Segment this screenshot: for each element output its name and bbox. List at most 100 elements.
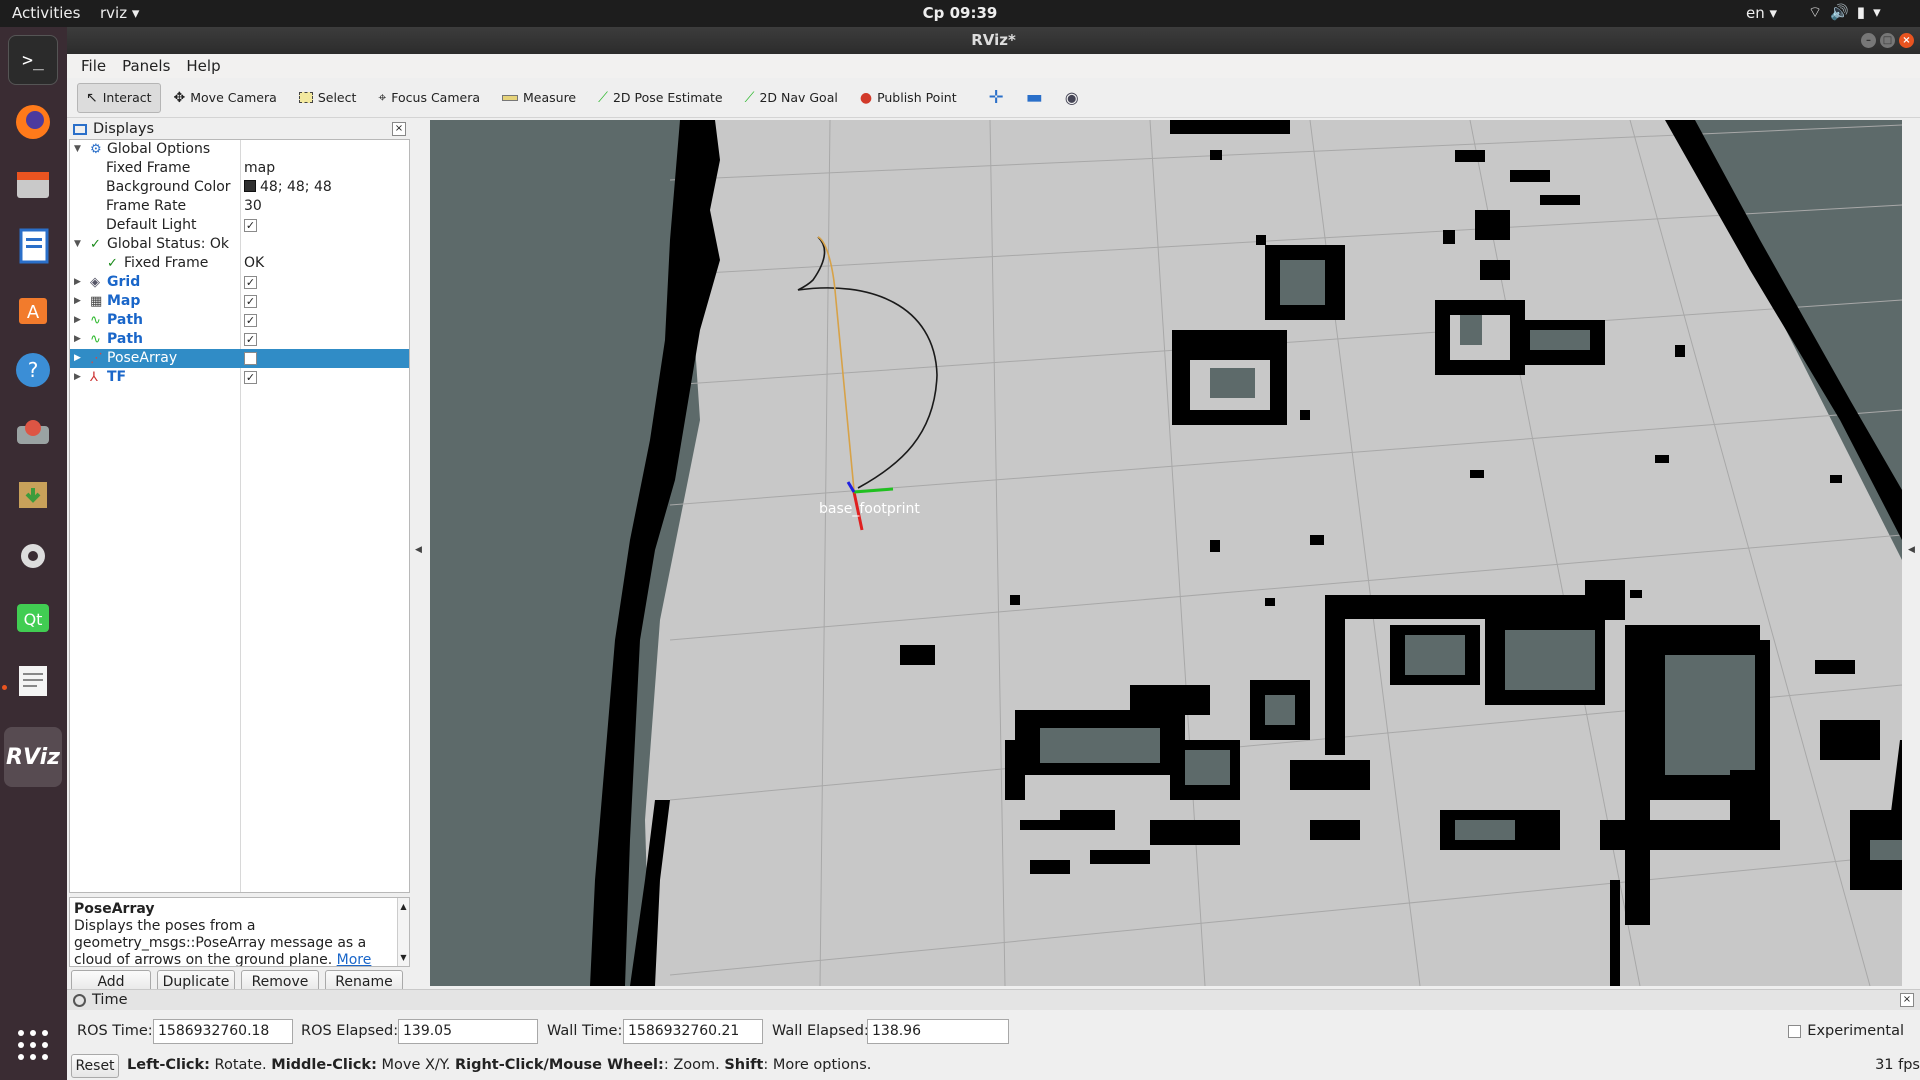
tree-row-background-color[interactable]: Background Color 48; 48; 48 <box>70 178 409 197</box>
add-tool-button[interactable]: ✛ <box>980 83 1013 113</box>
expand-right-icon[interactable]: ▶ <box>74 292 81 311</box>
files-icon[interactable] <box>8 159 58 209</box>
reset-button[interactable]: Reset <box>71 1054 119 1078</box>
expand-right-icon[interactable]: ▶ <box>74 273 81 292</box>
experimental-toggle[interactable]: Experimental <box>1788 1023 1904 1039</box>
gear-icon: ⚙ <box>90 142 102 157</box>
path-checkbox[interactable]: ✓ <box>244 314 257 327</box>
firefox-icon[interactable] <box>8 97 58 147</box>
description-scrollbar[interactable]: ▲ ▼ <box>397 898 409 966</box>
cursor-icon: ↖ <box>86 89 98 106</box>
right-splitter[interactable]: ◀ <box>1904 120 1920 986</box>
pose-array-checkbox[interactable] <box>244 352 257 365</box>
expand-down-icon[interactable]: ▼ <box>74 140 81 159</box>
measure-tool[interactable]: Measure <box>493 83 585 113</box>
close-panel-button[interactable]: × <box>392 122 406 136</box>
green-arrow-icon: ⟋ <box>744 89 755 106</box>
wifi-icon: ⌔ <box>1808 3 1831 21</box>
ros-time-field[interactable]: 1586932760.18 <box>153 1019 293 1044</box>
description-more-link[interactable]: More <box>337 952 372 966</box>
path-icon: ∿ <box>90 313 101 328</box>
move-camera-tool[interactable]: ✥ Move Camera <box>165 83 286 113</box>
tree-row-fixed-frame[interactable]: Fixed Frame map <box>70 159 409 178</box>
minimize-button[interactable]: – <box>1861 33 1876 48</box>
experimental-checkbox[interactable] <box>1788 1024 1802 1038</box>
menu-panels[interactable]: Panels <box>116 57 176 75</box>
expand-right-icon[interactable]: ▶ <box>74 330 81 349</box>
tf-checkbox[interactable]: ✓ <box>244 371 257 384</box>
map-canvas[interactable]: base_footprint <box>430 120 1902 986</box>
wall-time-field[interactable]: 1586932760.21 <box>623 1019 763 1044</box>
terminal-icon[interactable]: >_ <box>8 35 58 85</box>
ros-elapsed-field[interactable]: 139.05 <box>398 1019 538 1044</box>
tree-row-tf[interactable]: ▶ ⅄ TF ✓ <box>70 368 409 387</box>
tree-row-pose-array[interactable]: ▶ ⋰ PoseArray <box>70 349 409 368</box>
focus-icon: ⌖ <box>378 89 387 106</box>
tree-row-status-fixed-frame[interactable]: ✓ Fixed Frame OK <box>70 254 409 273</box>
qt-creator-icon[interactable]: Qt <box>8 593 58 643</box>
collapse-right-icon[interactable]: ◀ <box>1908 545 1915 555</box>
select-tool[interactable]: Select <box>290 83 366 113</box>
tree-row-global-options[interactable]: ▼ ⚙ Global Options <box>70 140 409 159</box>
expand-down-icon[interactable]: ▼ <box>74 235 81 254</box>
archive-icon[interactable] <box>8 469 58 519</box>
collapse-left-icon[interactable]: ◀ <box>415 545 422 555</box>
language-indicator[interactable]: en ▾ <box>1746 4 1777 22</box>
tree-row-path-1[interactable]: ▶ ∿ Path ✓ <box>70 311 409 330</box>
expand-right-icon[interactable]: ▶ <box>74 311 81 330</box>
rviz-icon[interactable]: RViz <box>4 727 62 787</box>
system-tray[interactable]: ⌔🔊▮▾ <box>1808 3 1889 22</box>
map-checkbox[interactable]: ✓ <box>244 295 257 308</box>
frame-rate-value[interactable]: 30 <box>244 197 262 216</box>
tree-row-grid[interactable]: ▶ ◈ Grid ✓ <box>70 273 409 292</box>
expand-right-icon[interactable]: ▶ <box>74 349 81 368</box>
menu-help[interactable]: Help <box>180 57 226 75</box>
menu-bar: File Panels Help <box>67 54 1920 78</box>
app-menu[interactable]: rviz ▾ <box>100 4 139 22</box>
software-center-icon[interactable]: A <box>8 283 58 333</box>
render-view[interactable]: base_footprint <box>430 120 1902 986</box>
tree-row-default-light[interactable]: Default Light ✓ <box>70 216 409 235</box>
close-button[interactable]: × <box>1899 33 1914 48</box>
interact-tool[interactable]: ↖ Interact <box>77 82 161 113</box>
help-icon[interactable]: ? <box>8 345 58 395</box>
wall-elapsed-field[interactable]: 138.96 <box>867 1019 1009 1044</box>
axes-icon: ⅄ <box>90 370 98 385</box>
default-light-checkbox[interactable]: ✓ <box>244 219 257 232</box>
frame-rate-label: Frame Rate <box>106 198 187 214</box>
displays-panel: Displays × ▼ ⚙ Global Options Fixed Fram… <box>69 119 410 995</box>
disk-usage-icon[interactable] <box>8 407 58 457</box>
description-box: PoseArray Displays the poses from a geom… <box>69 897 410 967</box>
view-options-button[interactable]: ◉ <box>1056 83 1088 113</box>
tree-row-frame-rate[interactable]: Frame Rate 30 <box>70 197 409 216</box>
eye-icon: ◉ <box>1064 88 1079 107</box>
writer-icon[interactable] <box>8 221 58 271</box>
background-color-value[interactable]: 48; 48; 48 <box>244 178 332 197</box>
settings-icon[interactable] <box>8 531 58 581</box>
tree-row-map[interactable]: ▶ ▦ Map ✓ <box>70 292 409 311</box>
nav-goal-tool[interactable]: ⟋ 2D Nav Goal <box>736 83 847 113</box>
activities-button[interactable]: Activities <box>12 4 80 22</box>
pose-estimate-tool[interactable]: ⟋ 2D Pose Estimate <box>589 83 732 113</box>
left-splitter[interactable]: ◀ <box>410 120 428 986</box>
close-time-panel-button[interactable]: × <box>1900 993 1914 1007</box>
top-bar: Activities rviz ▾ Ср 09:39 en ▾ ⌔🔊▮▾ <box>0 0 1920 27</box>
remove-tool-button[interactable]: ▬ <box>1017 83 1052 113</box>
focus-camera-tool[interactable]: ⌖ Focus Camera <box>369 83 489 113</box>
tree-row-path-2[interactable]: ▶ ∿ Path ✓ <box>70 330 409 349</box>
maximize-button[interactable]: □ <box>1880 33 1895 48</box>
text-editor-icon[interactable] <box>8 655 58 705</box>
grid-checkbox[interactable]: ✓ <box>244 276 257 289</box>
color-swatch[interactable] <box>244 180 256 192</box>
publish-point-tool[interactable]: ● Publish Point <box>851 83 966 113</box>
path-icon: ∿ <box>90 332 101 347</box>
show-applications-icon[interactable] <box>8 1020 58 1070</box>
clock[interactable]: Ср 09:39 <box>0 4 1920 22</box>
menu-file[interactable]: File <box>75 57 112 75</box>
expand-right-icon[interactable]: ▶ <box>74 368 81 387</box>
measure-label: Measure <box>523 90 577 105</box>
tree-row-global-status[interactable]: ▼ ✓ Global Status: Ok <box>70 235 409 254</box>
clock-icon <box>73 993 86 1007</box>
fixed-frame-value[interactable]: map <box>244 159 275 178</box>
path-checkbox[interactable]: ✓ <box>244 333 257 346</box>
